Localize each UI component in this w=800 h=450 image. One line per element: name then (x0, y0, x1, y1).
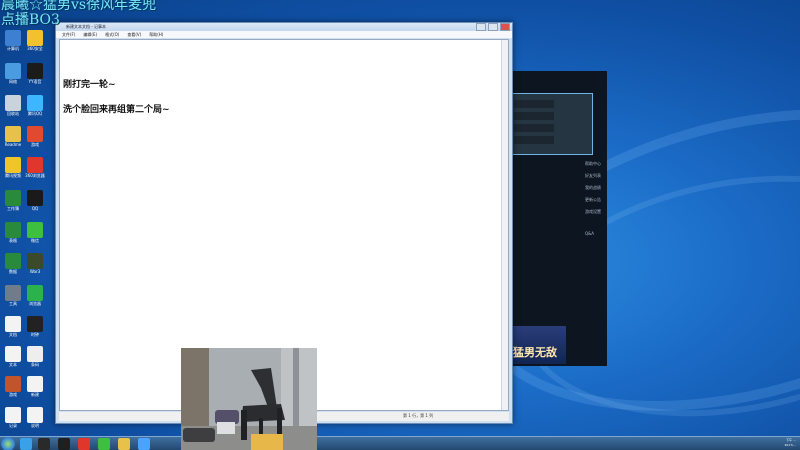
taskbar-app-icon[interactable] (98, 438, 110, 450)
maximize-button[interactable] (488, 23, 498, 31)
document-icon (27, 407, 43, 423)
excel-icon (5, 190, 21, 206)
desktop-icon[interactable]: 条码 (22, 346, 48, 367)
app-icon (27, 63, 43, 79)
network-icon (5, 63, 21, 79)
dialog-row (514, 100, 554, 108)
dialog-row (514, 124, 554, 132)
desktop-icon-label: 说明 (31, 423, 39, 428)
menu-file[interactable]: 文件(F) (62, 31, 75, 38)
menu-help[interactable]: 帮助(H) (149, 31, 163, 38)
window-controls (476, 23, 510, 31)
desktop-icon-label: 条码 (31, 362, 39, 367)
desktop-icon[interactable]: 新建 (22, 376, 48, 397)
taskbar: 下午 ... 2017/... (0, 436, 800, 450)
promo-banner[interactable]: 猛男无敌 (511, 326, 566, 364)
app-icon (27, 126, 43, 142)
desktop-icon-label: 浏览器 (29, 301, 41, 306)
game-client-window[interactable]: 帮助中心 好友列表 我的战绩 更新公告 游戏设置 Q&A 猛男无敌 (511, 71, 607, 366)
clock-date: 2017/... (784, 443, 796, 447)
dialog-panel[interactable] (511, 93, 593, 155)
menu-edit[interactable]: 编辑(E) (83, 31, 97, 38)
app-icon (5, 376, 21, 392)
wechat-icon (27, 222, 43, 238)
side-menu-item[interactable]: 更新公告 (585, 197, 601, 203)
minimize-button[interactable] (476, 23, 486, 31)
desktop-icon[interactable]: 说明 (22, 407, 48, 428)
menu-view[interactable]: 查看(V) (127, 31, 141, 38)
document-icon (5, 316, 21, 332)
clock-icon (27, 316, 43, 332)
document-icon (5, 346, 21, 362)
app-icon (27, 30, 43, 46)
taskbar-app-icon[interactable] (138, 438, 150, 450)
start-button[interactable] (1, 437, 15, 450)
desktop-icon-label: 360浏览器 (25, 173, 45, 178)
webcam-feed (181, 348, 317, 450)
app-icon (27, 95, 43, 111)
text-line: 刚打完一轮~ (63, 80, 116, 90)
desktop-icon[interactable]: 腾讯QQ (22, 95, 48, 116)
desktop-icon[interactable]: 360浏览器 (22, 157, 48, 178)
system-tray[interactable]: 下午 ... 2017/... (784, 438, 796, 448)
excel-icon (5, 222, 21, 238)
taskbar-app-icon[interactable] (78, 438, 90, 450)
desktop-icon-label: YY语音 (28, 79, 42, 84)
desktop-icon-label: 新建 (31, 392, 39, 397)
app-icon (27, 157, 43, 173)
barcode-icon (27, 346, 43, 362)
desktop-icon[interactable]: 游戏 (22, 126, 48, 147)
desktop-icon[interactable]: 微信 (22, 222, 48, 243)
title-bar[interactable]: 新建文本文档 - 记事本 (56, 23, 512, 31)
qq-icon (27, 190, 43, 206)
side-menu-item[interactable]: 我的战绩 (585, 185, 601, 191)
side-menu-item[interactable]: Q&A (585, 231, 594, 236)
window-title: 新建文本文档 - 记事本 (66, 24, 106, 29)
desktop-icon[interactable]: YY语音 (22, 63, 48, 84)
desktop-icon[interactable]: 时钟 (22, 316, 48, 337)
document-icon (5, 407, 21, 423)
app-icon (27, 285, 43, 301)
app-icon (27, 253, 43, 269)
folder-icon[interactable] (118, 438, 130, 450)
menu-bar: 文件(F) 编辑(E) 格式(O) 查看(V) 帮助(H) (56, 31, 512, 38)
folder-icon (5, 126, 21, 142)
taskbar-app-icon[interactable] (58, 438, 70, 450)
desktop-icon[interactable]: War3 (22, 253, 48, 274)
recycle-bin-icon (5, 95, 21, 111)
side-menu-item[interactable]: 游戏设置 (585, 209, 601, 215)
desktop-icon-label: War3 (29, 269, 41, 274)
ie-icon[interactable] (20, 438, 32, 450)
cursor-position: 第 1 行，第 1 列 (403, 413, 434, 418)
desktop-icon[interactable]: 360安全 (22, 30, 48, 51)
desktop-icon[interactable]: QQ (22, 190, 48, 211)
dialog-row (514, 136, 554, 144)
vertical-scrollbar[interactable] (501, 40, 508, 410)
desktop-icon-label: 时钟 (31, 332, 39, 337)
side-menu-item[interactable]: 好友列表 (585, 173, 601, 179)
close-button[interactable] (500, 23, 510, 31)
desktop-icon-label: QQ (31, 206, 39, 211)
banner-text: 猛男无敌 (513, 346, 557, 359)
desktop-icon-label: 微信 (31, 238, 39, 243)
app-icon (5, 285, 21, 301)
document-icon (27, 376, 43, 392)
stream-subtitle: 点播BO3 (1, 12, 60, 28)
webcam-image (181, 348, 317, 450)
desktop-icon-label: 腾讯QQ (27, 111, 43, 116)
computer-icon (5, 30, 21, 46)
excel-icon (5, 253, 21, 269)
desktop-icon-label: 360安全 (27, 46, 43, 51)
text-line: 洗个脸回来再组第二个局~ (63, 105, 170, 115)
taskbar-app-icon[interactable] (38, 438, 50, 450)
app-icon (5, 157, 21, 173)
desktop: 晨曦☆猛男vs徐风年麦兜 点播BO3 计算机 360安全 网络 YY语音 回收站… (0, 0, 800, 450)
dialog-row (514, 112, 554, 120)
desktop-icon-label: 游戏 (31, 142, 39, 147)
desktop-icon[interactable]: 浏览器 (22, 285, 48, 306)
side-menu-item[interactable]: 帮助中心 (585, 161, 601, 167)
menu-format[interactable]: 格式(O) (105, 31, 119, 38)
